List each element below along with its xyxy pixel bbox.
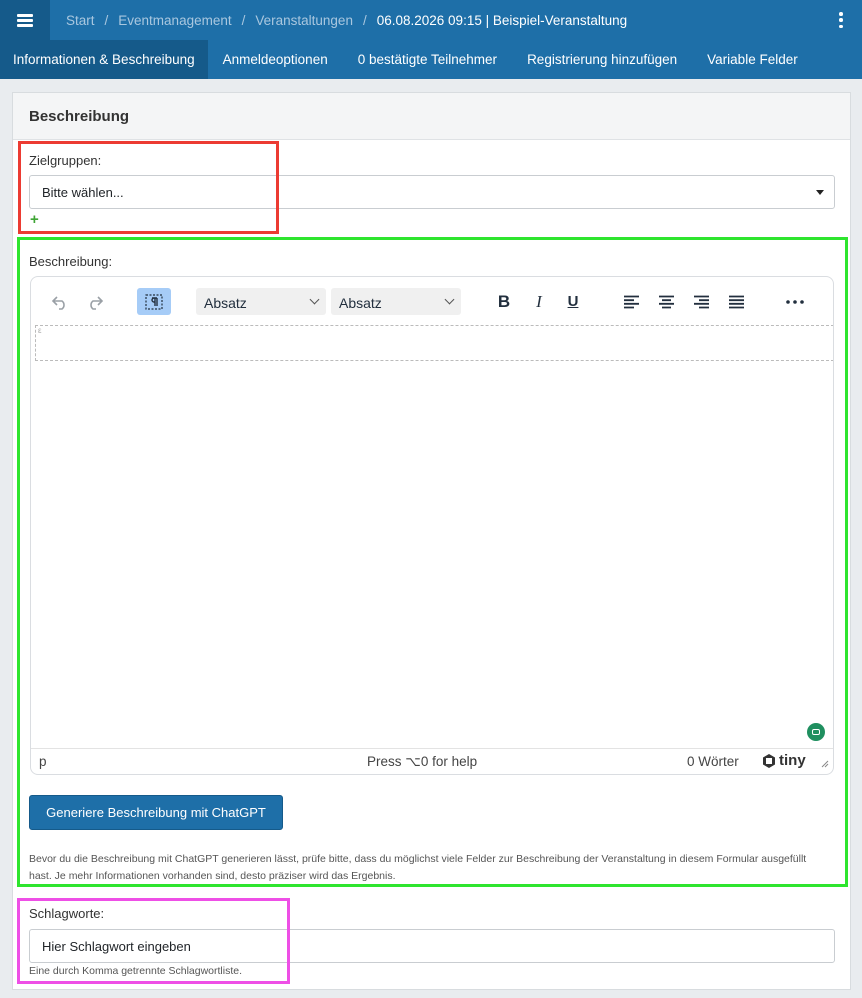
beschreibung-label: Beschreibung: [29,254,113,269]
rich-text-editor: Absatz Absatz B I U ε p Press ⌥0 for hel… [30,276,834,775]
breadcrumb-separator: / [241,12,246,28]
bold-icon[interactable]: B [494,288,514,315]
ai-assistant-icon[interactable] [807,723,825,741]
more-vertical-icon[interactable] [838,12,844,28]
tab-informationen[interactable]: Informationen & Beschreibung [0,40,208,79]
chevron-down-icon [309,294,320,305]
paragraph-marker: ε [38,326,42,335]
show-blocks-icon[interactable] [137,288,171,315]
tab-variable-felder[interactable]: Variable Felder [692,40,813,79]
description-card: Beschreibung Zielgruppen: Bitte wählen..… [12,92,851,990]
tiny-logo-text: tiny [779,752,806,769]
top-bar: Start / Eventmanagement / Veranstaltunge… [0,0,862,40]
breadcrumb-separator: / [362,12,367,28]
zielgruppen-select[interactable]: Bitte wählen... [29,175,835,209]
tab-anmeldeoptionen[interactable]: Anmeldeoptionen [208,40,343,79]
hamburger-icon [17,14,33,27]
chevron-down-icon [444,294,455,305]
more-horizontal-icon[interactable] [783,288,807,315]
underline-icon[interactable]: U [563,288,583,315]
redo-icon[interactable] [84,288,106,315]
editor-content-area[interactable]: ε [35,325,833,361]
block-dropdown[interactable]: Absatz [331,288,461,315]
tab-bar: Informationen & Beschreibung Anmeldeopti… [0,40,862,79]
breadcrumb-start[interactable]: Start [66,13,95,28]
breadcrumb: Start / Eventmanagement / Veranstaltunge… [66,0,627,40]
chatgpt-hint: Bevor du die Beschreibung mit ChatGPT ge… [29,853,807,882]
breadcrumb-eventmanagement[interactable]: Eventmanagement [118,13,231,28]
tab-teilnehmer[interactable]: 0 bestätigte Teilnehmer [343,40,512,79]
tiny-logo[interactable]: tiny [761,752,806,769]
undo-icon[interactable] [49,288,71,315]
tiny-logo-icon [763,753,775,768]
element-path[interactable]: p [39,754,47,769]
tab-registrierung[interactable]: Registrierung hinzufügen [512,40,692,79]
breadcrumb-current: 06.08.2026 09:15 | Beispiel-Veranstaltun… [376,12,628,28]
block-dropdown-value: Absatz [339,295,382,311]
align-justify-icon[interactable] [726,288,746,315]
schlagworte-label: Schlagworte: [29,906,105,921]
caret-down-icon [816,190,824,195]
format-dropdown-value: Absatz [204,295,247,311]
zielgruppen-value: Bitte wählen... [42,185,124,200]
italic-icon[interactable]: I [529,288,549,315]
schlagworte-placeholder: Hier Schlagwort eingeben [42,939,191,954]
menu-button[interactable] [0,0,50,40]
align-center-icon[interactable] [656,288,676,315]
card-title: Beschreibung [13,93,850,140]
format-dropdown[interactable]: Absatz [196,288,326,315]
editor-statusbar: p Press ⌥0 for help 0 Wörter tiny [31,748,833,774]
add-zielgruppe-icon[interactable]: + [30,212,39,227]
align-right-icon[interactable] [691,288,711,315]
align-left-icon[interactable] [621,288,641,315]
schlagworte-input[interactable]: Hier Schlagwort eingeben [29,929,835,963]
breadcrumb-veranstaltungen[interactable]: Veranstaltungen [255,13,353,28]
breadcrumb-separator: / [104,12,109,28]
generate-chatgpt-button[interactable]: Generiere Beschreibung mit ChatGPT [29,795,283,830]
word-count[interactable]: 0 Wörter [687,754,739,769]
resize-handle-icon[interactable] [820,759,829,768]
schlagworte-help: Eine durch Komma getrennte Schlagwortlis… [29,965,243,977]
zielgruppen-label: Zielgruppen: [29,153,102,168]
help-hint: Press ⌥0 for help [367,754,478,769]
editor-toolbar: Absatz Absatz B I U [31,277,833,323]
